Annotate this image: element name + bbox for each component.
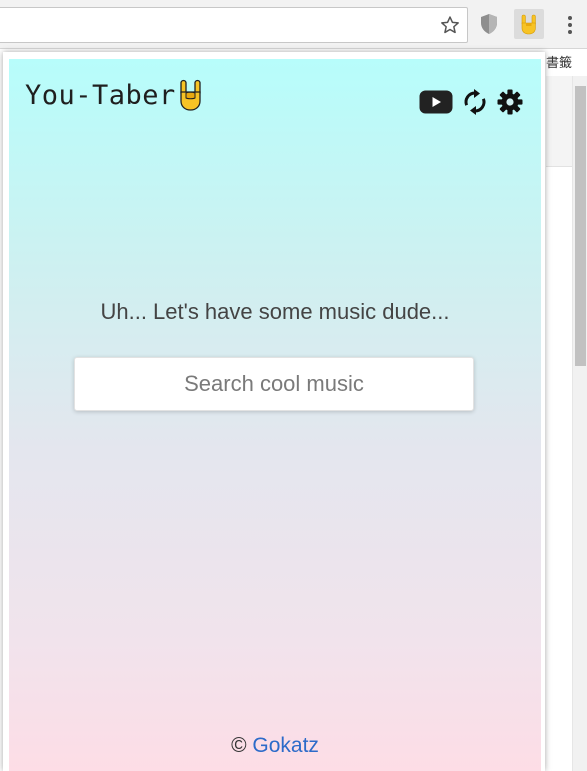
search-input[interactable]: [75, 358, 473, 410]
copyright-symbol: ©: [231, 734, 247, 757]
shield-icon[interactable]: [478, 12, 500, 36]
bookmark-star-icon[interactable]: [439, 14, 461, 36]
extension-popup: You-Taber Uh... Let's have some music du…: [9, 59, 541, 771]
browser-toolbar: [0, 0, 587, 49]
page-scrollbar-thumb[interactable]: [575, 86, 586, 366]
page-scrollbar[interactable]: [572, 76, 587, 771]
youtube-icon[interactable]: [419, 90, 453, 114]
author-link[interactable]: Gokatz: [252, 734, 319, 757]
address-bar[interactable]: [0, 7, 468, 43]
app-title: You-Taber: [25, 79, 204, 111]
app-title-text: You-Taber: [25, 79, 176, 111]
refresh-icon[interactable]: [463, 89, 487, 115]
rock-hand-extension-icon[interactable]: [514, 9, 544, 39]
search-box[interactable]: [74, 357, 474, 411]
kebab-menu-icon[interactable]: [560, 12, 580, 38]
rock-hand-icon: [178, 79, 204, 111]
gear-icon[interactable]: [497, 89, 523, 115]
header-actions: [419, 87, 533, 117]
footer: © Gokatz: [9, 734, 541, 758]
bookmark-label[interactable]: 書籤: [546, 52, 572, 71]
empty-state-message: Uh... Let's have some music dude...: [100, 299, 450, 324]
page-side-panel: [546, 76, 572, 167]
